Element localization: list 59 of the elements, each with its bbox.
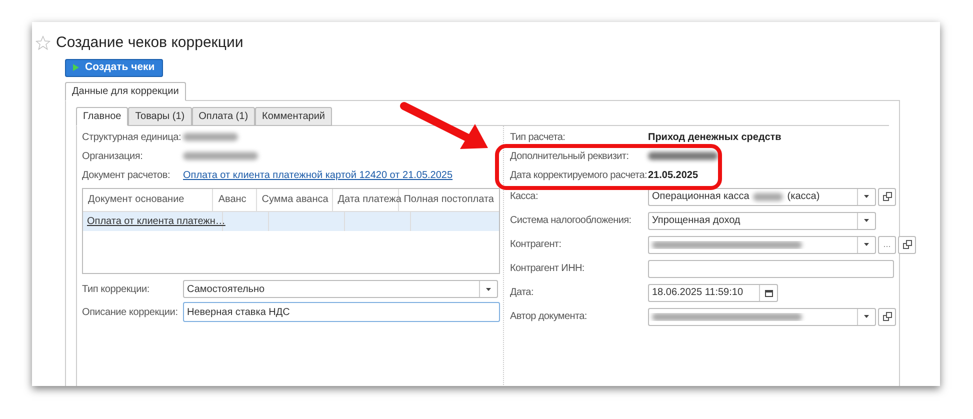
field-value: Приход денежных средств [648,130,782,144]
field-label: Контрагент: [510,238,562,252]
open-button[interactable] [878,188,896,206]
select-field[interactable]: Упрощенная доход [648,212,876,230]
field-value: Операционная касса [652,190,750,204]
caret-icon [864,195,869,198]
open-button[interactable] [898,236,916,254]
field-label: Организация: [82,150,144,164]
play-icon [73,64,79,71]
caret-icon [864,219,869,222]
field-label: Дополнительный реквизит: [510,150,630,164]
column-header: Сумма аванса [256,188,333,210]
open-window-icon [882,312,892,321]
tab[interactable]: Оплата (1) [192,106,256,126]
field-label: Контрагент ИНН: [510,262,586,276]
field-label: Тип коррекции: [82,282,150,296]
star-icon[interactable] [35,35,51,52]
field-label: Описание коррекции: [82,306,179,320]
field-value: (касса) [787,190,820,204]
open-button[interactable] [878,308,896,326]
window-title: Создание чеков коррекции [56,33,244,53]
field-label: Дата: [510,286,534,300]
document-link[interactable]: Оплата от клиента платежной картой 12420 от 21.05.2025 [183,168,453,182]
choose-button[interactable]: ... [878,236,896,254]
caret-icon [864,315,869,318]
field-label: Система налогообложения: [510,214,632,228]
tab[interactable]: Комментарий [255,106,332,126]
column-header: Дата платежа [332,188,399,210]
column-header: Документ основание [83,188,214,210]
tab[interactable]: Главное [76,106,128,126]
tab[interactable]: Данные для коррекции [65,82,186,100]
field-value: Самостоятельно [186,282,266,296]
select-field[interactable]: Операционная касса (касса) [648,188,876,206]
blurred-value [648,152,718,160]
tab[interactable]: Товары (1) [128,106,192,126]
calendar-icon [764,288,772,296]
select-field[interactable] [648,236,876,254]
open-window-icon [882,192,892,201]
field-value: 21.05.2025 [648,168,698,182]
select-field[interactable]: Самостоятельно [183,280,498,298]
caret-icon [486,288,491,290]
field-label: Тип расчета: [510,130,566,144]
table-cell: Оплата от клиента платежн… [83,212,223,230]
create-receipts-button[interactable]: Создать чеки [65,58,163,76]
caret-icon [864,243,869,246]
column-header: Аванс [213,188,257,210]
field-label: Дата корректируемого расчета: [510,168,648,182]
field-label: Автор документа: [510,310,588,324]
date-field[interactable]: 18.06.2025 11:59:10 [648,284,778,302]
field-label: Структурная единица: [82,130,182,144]
open-window-icon [902,240,912,249]
field-value: 18.06.2025 11:59:10 [651,286,744,300]
input-field[interactable] [648,260,894,278]
input-field[interactable]: Неверная ставка НДС [183,302,500,322]
field-label: Касса: [510,190,539,204]
field-label: Документ расчетов: [82,168,172,182]
field-value: Упрощенная доход [652,214,740,228]
table-row[interactable]: Оплата от клиента платежн… [83,212,499,230]
select-field[interactable] [648,308,876,326]
